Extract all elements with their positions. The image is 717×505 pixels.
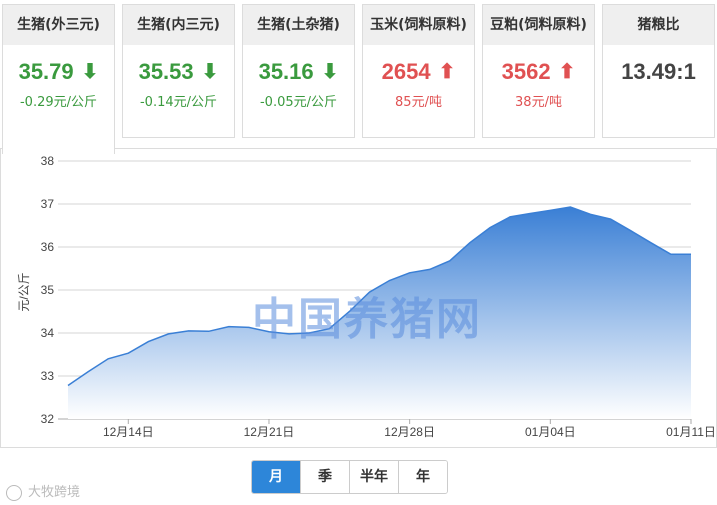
card-change: 38元/吨 [515,95,562,110]
card-value: 35.53 ⬇ [123,59,234,85]
card-value-text: 35.79 [18,59,74,84]
y-tick-label: 37 [41,197,55,211]
source-credit: 大牧跨境 [6,481,80,501]
card-value: 3562 ⬆ [483,59,594,85]
card-value: 35.79 ⬇ [3,59,114,85]
card-value: 35.16 ⬇ [243,59,354,85]
card-title: 玉米(饲料原料) [363,5,474,45]
arrow-up-icon: ⬆ [438,61,456,83]
arrow-up-icon: ⬆ [558,61,576,83]
x-tick-label: 12月28日 [384,425,435,439]
card-title: 生猪(内三元) [123,5,234,45]
y-tick-label: 34 [41,326,55,340]
y-tick-label: 35 [41,283,55,297]
card-pig-grain-ratio[interactable]: 猪粮比 13.49:1 [602,4,715,138]
card-change: -0.14元/公斤 [139,95,218,110]
card-pig-local[interactable]: 生猪(土杂猪) 35.16 ⬇ -0.05元/公斤 [242,4,355,138]
x-tick-label: 01月04日 [525,425,576,439]
watermark: 中国养猪网 [252,294,482,345]
card-title: 生猪(外三元) [3,5,114,45]
card-change: -0.05元/公斤 [259,95,338,110]
card-corn[interactable]: 玉米(饲料原料) 2654 ⬆ 85元/吨 [362,4,475,138]
y-tick-label: 32 [41,412,55,426]
card-value-text: 13.49:1 [621,59,696,84]
tab-half-year[interactable]: 半年 [350,461,399,493]
credit-text: 大牧跨境 [28,485,81,500]
card-change: -0.29元/公斤 [19,95,98,110]
y-tick-label: 36 [41,240,55,254]
tab-year[interactable]: 年 [399,461,447,493]
card-soymeal[interactable]: 豆粕(饲料原料) 3562 ⬆ 38元/吨 [482,4,595,138]
card-value-text: 35.16 [258,59,314,84]
period-tabs: 月 季 半年 年 [251,460,448,494]
arrow-down-icon: ⬇ [81,61,99,83]
card-value-text: 2654 [381,59,431,84]
card-value: 2654 ⬆ [363,59,474,85]
card-pig-inner[interactable]: 生猪(内三元) 35.53 ⬇ -0.14元/公斤 [122,4,235,138]
price-cards: 生猪(外三元) 35.79 ⬇ -0.29元/公斤 生猪(内三元) 35.53 ⬇ … [0,0,717,154]
tab-quarter[interactable]: 季 [301,461,350,493]
card-value: 13.49:1 [603,59,714,85]
x-tick-label: 12月14日 [103,425,154,439]
card-value-text: 3562 [501,59,551,84]
y-tick-label: 38 [41,154,55,168]
arrow-down-icon: ⬇ [321,61,339,83]
card-pig-outer[interactable]: 生猪(外三元) 35.79 ⬇ -0.29元/公斤 [2,4,115,154]
arrow-down-icon: ⬇ [201,61,219,83]
x-tick-label: 12月21日 [244,425,295,439]
x-axis: 12月14日 12月21日 12月28日 01月04日 01月11日 [103,419,716,439]
brand-logo-icon [6,484,22,501]
y-tick-label: 33 [41,369,55,383]
card-title: 猪粮比 [603,5,714,45]
card-title: 生猪(土杂猪) [243,5,354,45]
tab-month[interactable]: 月 [252,461,301,493]
card-value-text: 35.53 [138,59,194,84]
y-axis-label: 元/公斤 [17,272,31,311]
card-title: 豆粕(饲料原料) [483,5,594,45]
card-change: 85元/吨 [395,95,442,110]
y-axis: 32 33 34 35 36 37 38 [41,154,55,426]
x-tick-label: 01月11日 [666,425,716,439]
